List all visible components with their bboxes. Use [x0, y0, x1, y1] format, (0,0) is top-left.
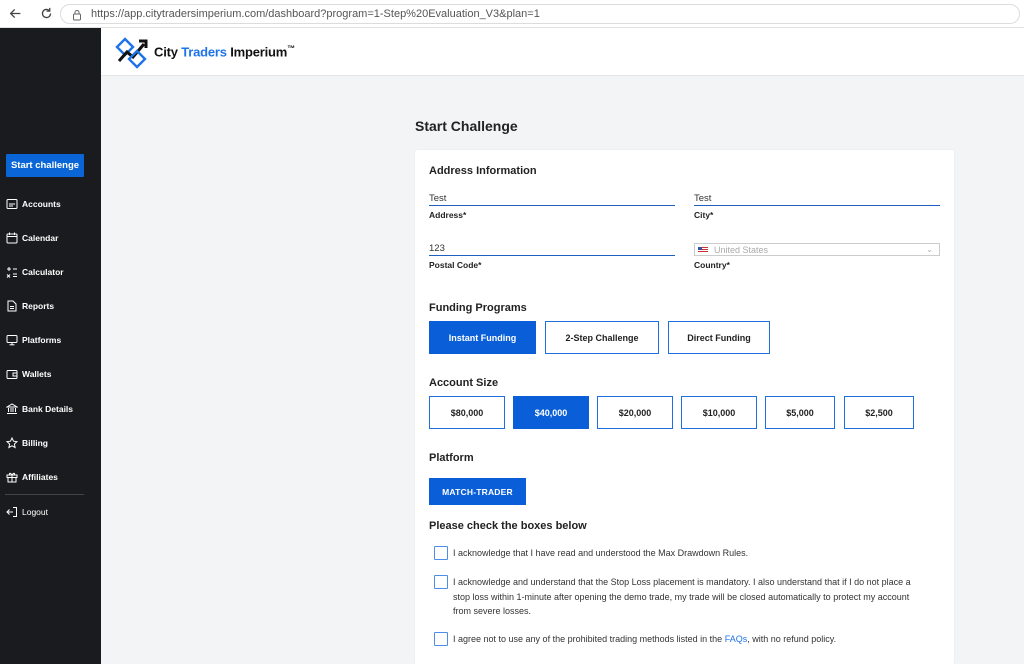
calculator-icon [6, 266, 18, 278]
sidebar-divider [5, 494, 84, 495]
sidebar-item-billing[interactable]: Billing [6, 434, 48, 452]
funding-option-instant[interactable]: Instant Funding [429, 321, 536, 354]
size-option-5000[interactable]: $5,000 [765, 396, 835, 429]
sidebar-item-affiliates[interactable]: Affiliates [6, 468, 58, 486]
start-challenge-button[interactable]: Start challenge [6, 154, 84, 177]
address-input[interactable]: Test [429, 193, 675, 206]
sidebar-item-platforms[interactable]: Platforms [6, 331, 61, 349]
reports-icon [6, 300, 18, 312]
sidebar-item-label: Affiliates [22, 472, 58, 482]
sidebar-item-bank-details[interactable]: Bank Details [6, 400, 73, 418]
funding-option-direct[interactable]: Direct Funding [668, 321, 770, 354]
postal-code-field[interactable]: 123 Postal Code* [429, 243, 675, 270]
check-text-prohibited-start: I agree not to use any of the prohibited… [453, 634, 725, 644]
sidebar-item-label: Wallets [22, 369, 52, 379]
check-text-prohibited: I agree not to use any of the prohibited… [453, 632, 928, 647]
sidebar-item-label: Logout [22, 507, 48, 517]
sidebar-item-label: Calculator [22, 267, 64, 277]
platform-match-trader-button[interactable]: MATCH-TRADER [429, 478, 526, 505]
country-select[interactable]: United States ⌄ [694, 243, 940, 256]
sidebar-item-label: Platforms [22, 335, 62, 345]
logo-mark-icon [115, 37, 148, 69]
sidebar-item-label: Billing [22, 438, 48, 448]
check-text-prohibited-end: , with no refund policy. [747, 634, 837, 644]
sidebar-item-reports[interactable]: Reports [6, 297, 54, 315]
logout-icon [6, 506, 18, 518]
address-label: Address* [429, 210, 467, 220]
sidebar: Start challenge Accounts Calendar Calcul… [0, 28, 101, 664]
country-value: United States [714, 244, 769, 255]
sidebar-item-calculator[interactable]: Calculator [6, 263, 64, 281]
funding-section-title: Funding Programs [429, 302, 527, 314]
faqs-link[interactable]: FAQs [725, 634, 748, 644]
country-field[interactable]: United States ⌄ Country* [694, 243, 940, 270]
address-field[interactable]: Test Address* [429, 193, 675, 220]
address-section-title: Address Information [429, 165, 537, 177]
city-input[interactable]: Test [694, 193, 940, 206]
chevron-down-icon: ⌄ [926, 245, 933, 254]
checks-section-title: Please check the boxes below [429, 520, 587, 532]
checkbox-stop-loss[interactable] [434, 575, 448, 589]
postal-code-label: Postal Code* [429, 260, 482, 270]
url-text: https://app.citytradersimperium.com/dash… [91, 8, 540, 20]
brand-name-part1: City [154, 44, 178, 60]
funding-option-2-step[interactable]: 2-Step Challenge [545, 321, 659, 354]
page-title: Start Challenge [415, 118, 518, 134]
platforms-icon [6, 334, 18, 346]
calendar-icon [6, 232, 18, 244]
brand-logo[interactable]: City Traders Imperium™ [115, 35, 295, 69]
city-field[interactable]: Test City* [694, 193, 940, 220]
reload-icon[interactable] [36, 4, 56, 24]
browser-toolbar: https://app.citytradersimperium.com/dash… [0, 0, 1024, 28]
check-row-stop-loss: I acknowledge and understand that the St… [434, 575, 928, 619]
size-option-20000[interactable]: $20,000 [597, 396, 673, 429]
size-option-10000[interactable]: $10,000 [681, 396, 757, 429]
sidebar-item-logout[interactable]: Logout [6, 503, 48, 521]
city-label: City* [694, 210, 714, 220]
checkbox-drawdown[interactable] [434, 546, 448, 560]
sidebar-item-wallets[interactable]: Wallets [6, 365, 51, 383]
sidebar-item-accounts[interactable]: Accounts [6, 195, 61, 213]
sidebar-item-calendar[interactable]: Calendar [6, 229, 58, 247]
sidebar-item-label: Calendar [22, 233, 59, 243]
size-option-40000[interactable]: $40,000 [513, 396, 589, 429]
platform-section-title: Platform [429, 452, 474, 464]
sidebar-item-label: Bank Details [22, 404, 74, 414]
country-label: Country* [694, 260, 730, 270]
size-option-2500[interactable]: $2,500 [844, 396, 914, 429]
accounts-icon [6, 198, 18, 210]
check-text-stop-loss: I acknowledge and understand that the St… [453, 577, 911, 616]
back-arrow-icon[interactable] [5, 4, 25, 24]
sidebar-item-label: Accounts [22, 199, 61, 209]
us-flag-icon [698, 246, 708, 253]
check-row-drawdown: I acknowledge that I have read and under… [434, 546, 928, 561]
top-header: City Traders Imperium™ [101, 28, 1024, 76]
postal-code-input[interactable]: 123 [429, 243, 675, 256]
brand-name: City Traders Imperium™ [154, 44, 295, 59]
address-bar[interactable]: https://app.citytradersimperium.com/dash… [60, 4, 1020, 24]
wallet-icon [6, 368, 18, 380]
gift-icon [6, 471, 18, 483]
check-text-drawdown: I acknowledge that I have read and under… [453, 548, 749, 558]
size-option-80000[interactable]: $80,000 [429, 396, 505, 429]
bank-icon [6, 403, 18, 415]
brand-name-part2: Traders [181, 44, 227, 60]
checkbox-prohibited[interactable] [434, 632, 448, 646]
sidebar-item-label: Reports [22, 301, 55, 311]
star-icon [6, 437, 18, 449]
site-info-icon[interactable] [71, 8, 83, 21]
check-row-prohibited: I agree not to use any of the prohibited… [434, 632, 928, 647]
brand-name-part3: Imperium [230, 44, 288, 60]
trademark-symbol: ™ [287, 44, 295, 54]
account-size-section-title: Account Size [429, 377, 499, 389]
